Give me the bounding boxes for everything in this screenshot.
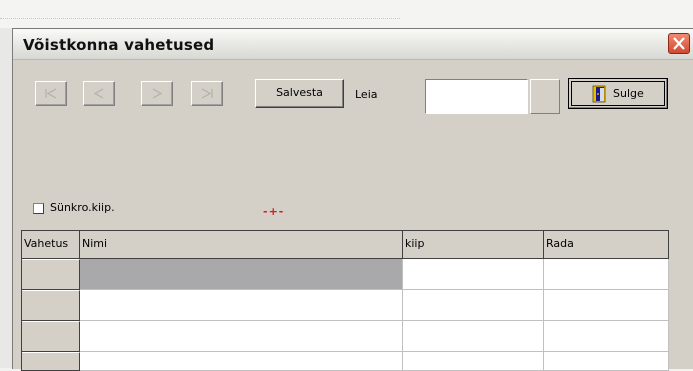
save-button-label: Salvesta <box>276 86 323 99</box>
previous-record-icon <box>93 88 104 99</box>
window-close-button[interactable] <box>668 33 690 54</box>
first-record-icon <box>45 88 57 99</box>
row-header[interactable] <box>22 352 80 371</box>
window-title: Võistkonna vahetused <box>23 36 215 54</box>
relay-grid[interactable]: Vahetus Nimi kiip Rada <box>21 230 669 371</box>
row-header[interactable] <box>22 259 80 290</box>
last-record-icon <box>201 88 213 99</box>
table-cell[interactable] <box>544 321 669 352</box>
table-cell[interactable] <box>544 259 669 290</box>
row-header[interactable] <box>22 290 80 321</box>
dialog-window: Võistkonna vahetused Salvesta Leia Sulge… <box>12 28 693 371</box>
search-label: Leia <box>355 88 378 101</box>
first-record-button[interactable] <box>35 81 67 106</box>
table-cell[interactable] <box>544 290 669 321</box>
table-cell[interactable] <box>403 290 544 321</box>
close-icon <box>673 37 685 50</box>
column-header-nimi[interactable]: Nimi <box>80 231 403 259</box>
save-button[interactable]: Salvesta <box>255 79 344 108</box>
search-dropdown-button[interactable] <box>530 79 560 114</box>
column-header-rada[interactable]: Rada <box>544 231 669 259</box>
close-button-label: Sulge <box>613 87 644 100</box>
previous-record-button[interactable] <box>83 81 115 106</box>
table-cell[interactable] <box>403 352 544 371</box>
close-button[interactable]: Sulge <box>568 78 668 109</box>
next-record-icon <box>152 88 163 99</box>
table-cell[interactable] <box>403 259 544 290</box>
table-cell[interactable] <box>80 290 403 321</box>
table-cell[interactable] <box>544 352 669 371</box>
background-window-edge <box>0 28 12 368</box>
table-cell[interactable] <box>80 259 403 290</box>
table-cell[interactable] <box>403 321 544 352</box>
title-bar[interactable]: Võistkonna vahetused <box>13 29 693 60</box>
background-divider <box>0 18 400 20</box>
table-cell[interactable] <box>80 321 403 352</box>
sync-checkbox[interactable] <box>33 203 44 214</box>
mouse-cursor-marker: -+- <box>263 205 285 218</box>
search-input[interactable] <box>425 79 528 114</box>
desktop-background <box>0 0 693 28</box>
sync-checkbox-label: Sünkro.kiip. <box>50 201 115 214</box>
last-record-button[interactable] <box>191 81 223 106</box>
column-header-kiip[interactable]: kiip <box>403 231 544 259</box>
row-header[interactable] <box>22 321 80 352</box>
table-cell[interactable] <box>80 352 403 371</box>
next-record-button[interactable] <box>141 81 173 106</box>
door-exit-icon <box>592 85 606 103</box>
column-header-vahetus[interactable]: Vahetus <box>22 231 80 259</box>
